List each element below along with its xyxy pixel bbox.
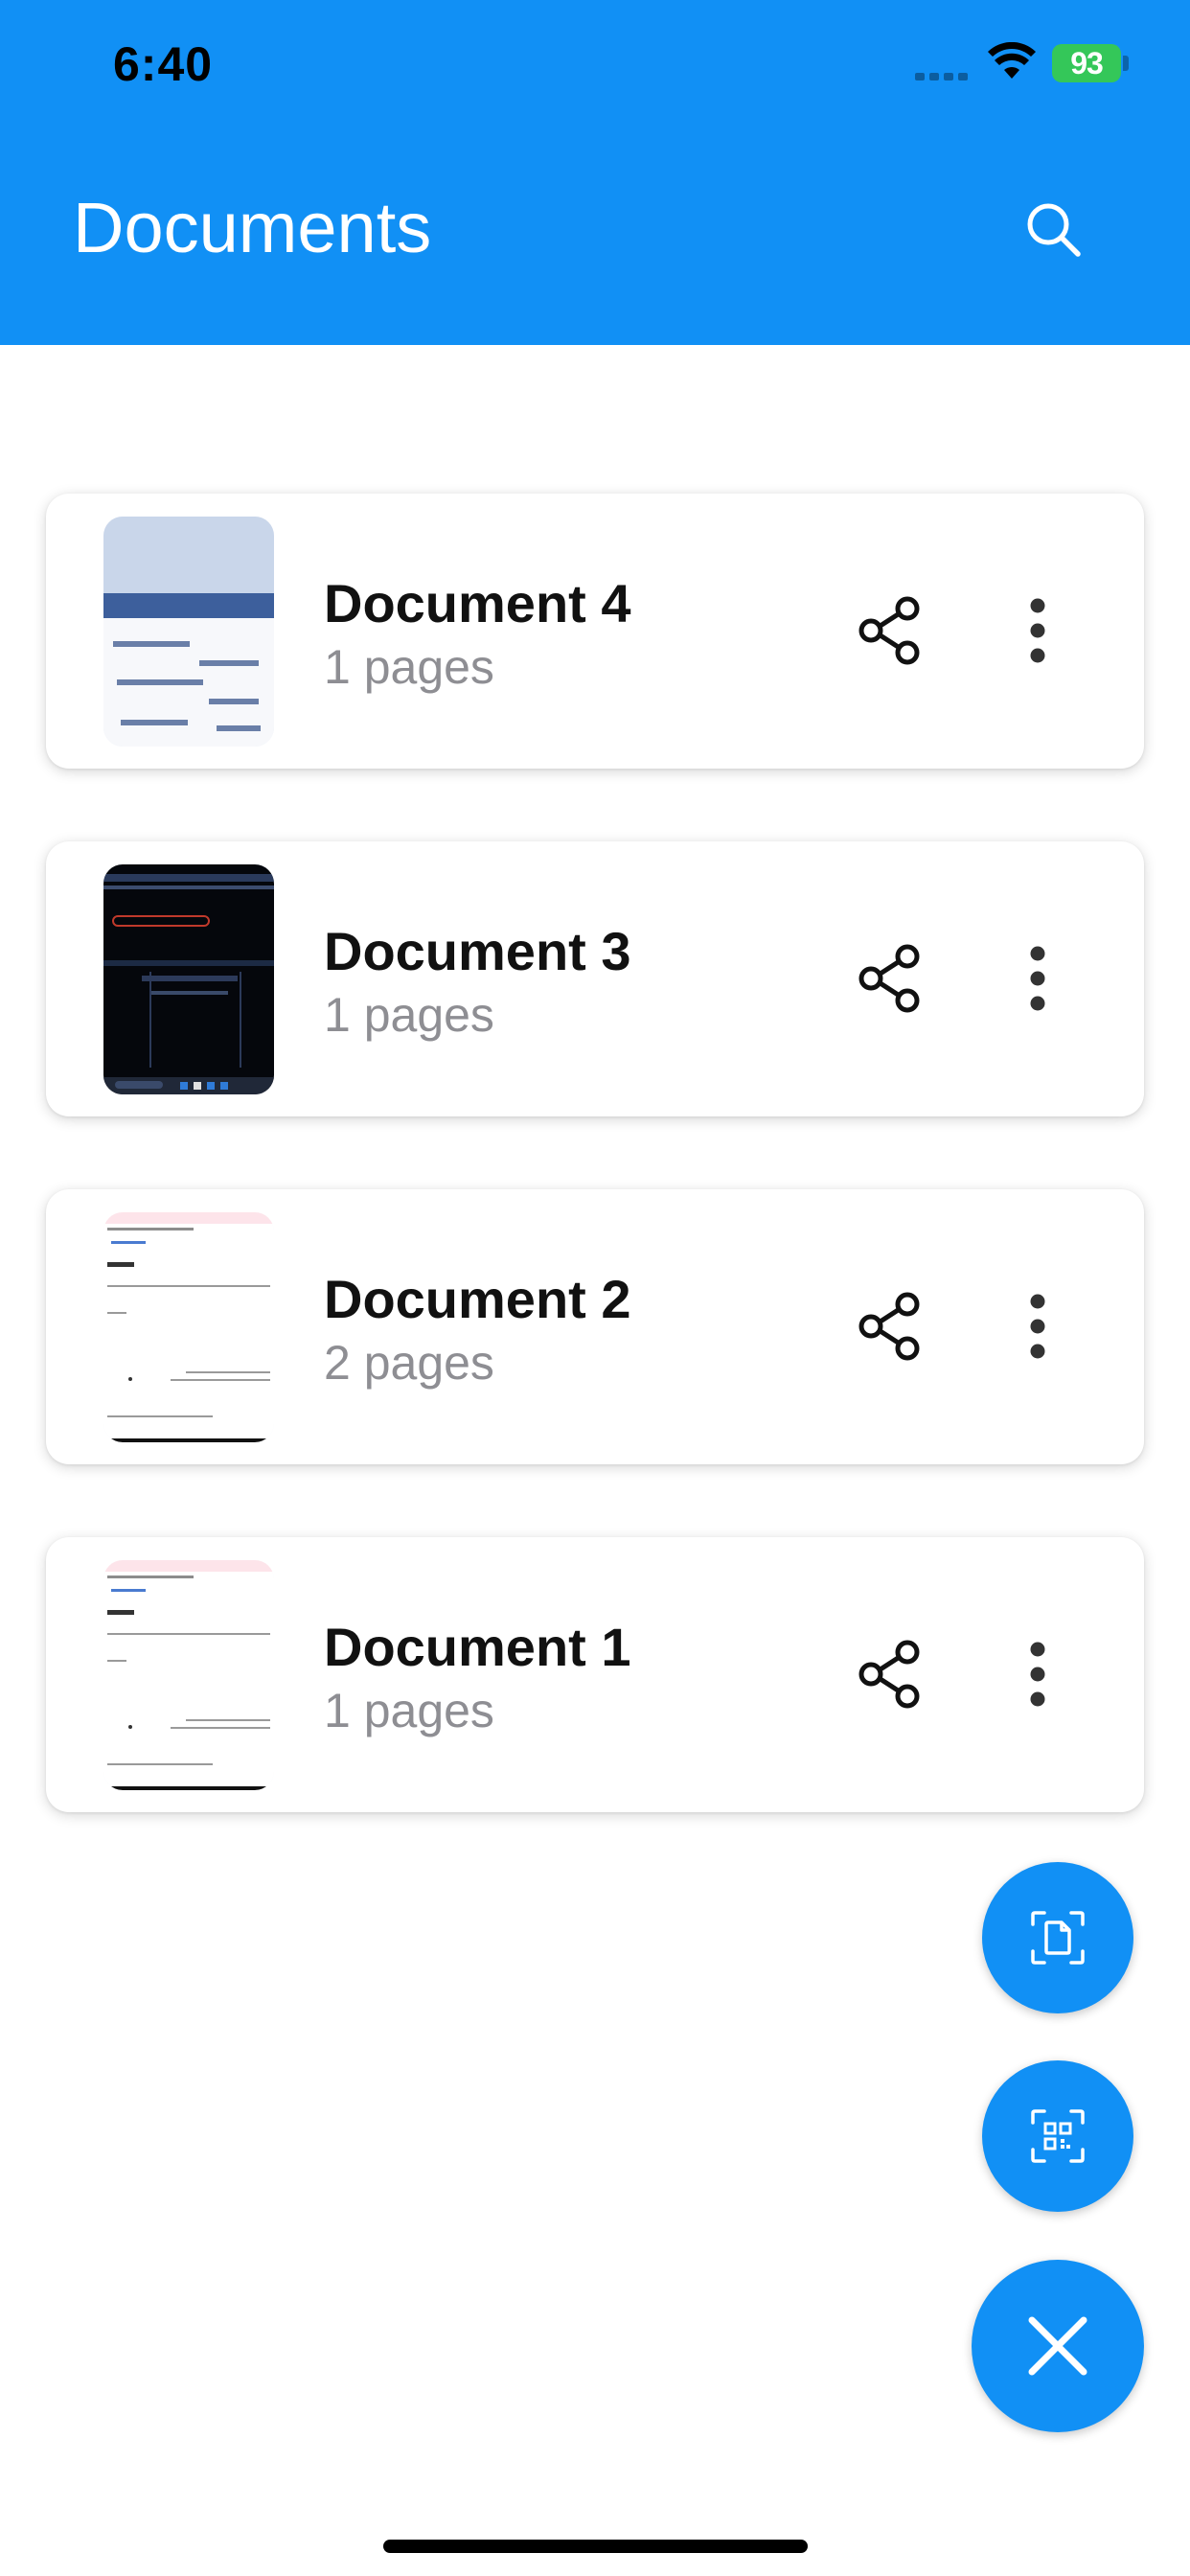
document-page-count: 1 pages (324, 640, 494, 694)
qr-scan-icon (1031, 2109, 1085, 2163)
battery-percentage: 93 (1070, 45, 1104, 80)
document-card[interactable]: Document 2 2 pages (46, 1189, 1144, 1464)
photo-card-thumbnail (103, 517, 274, 747)
document-list: Document 4 1 pages Document 3 1 pages Do… (46, 494, 1144, 1885)
close-icon (1028, 2316, 1087, 2376)
more-vertical-icon (1030, 1642, 1045, 1707)
share-icon (858, 1640, 920, 1709)
wifi-icon (988, 42, 1036, 79)
search-button[interactable] (1016, 192, 1092, 268)
document-name: Document 3 (324, 921, 631, 981)
document-card[interactable]: Document 1 1 pages (46, 1537, 1144, 1812)
share-button[interactable] (847, 587, 933, 674)
document-name: Document 4 (324, 573, 631, 633)
scan-document-button[interactable] (982, 1862, 1133, 2013)
cellular-signal-icon (915, 73, 968, 80)
more-vertical-icon (1030, 946, 1045, 1011)
document-page-count: 1 pages (324, 1684, 494, 1737)
more-vertical-icon (1030, 1294, 1045, 1359)
document-page-count: 1 pages (324, 988, 494, 1042)
battery-tip (1123, 56, 1129, 71)
status-time: 6:40 (113, 37, 214, 91)
share-button[interactable] (847, 1631, 933, 1717)
light-page-thumbnail (103, 1212, 274, 1442)
share-icon (858, 1292, 920, 1361)
document-card[interactable]: Document 3 1 pages (46, 841, 1144, 1116)
search-icon (1027, 203, 1081, 257)
document-scan-icon (1031, 1911, 1085, 1965)
more-options-button[interactable] (1004, 1283, 1071, 1369)
app-header: 6:40 93 Documents (0, 0, 1190, 345)
more-options-button[interactable] (1004, 1631, 1071, 1717)
close-menu-button[interactable] (972, 2260, 1144, 2432)
more-vertical-icon (1030, 598, 1045, 663)
more-options-button[interactable] (1004, 935, 1071, 1022)
document-name: Document 1 (324, 1617, 631, 1677)
document-name: Document 2 (324, 1269, 631, 1329)
more-options-button[interactable] (1004, 587, 1071, 674)
battery-level: 93 (1052, 44, 1121, 82)
share-button[interactable] (847, 935, 933, 1022)
light-page-thumbnail (103, 1560, 274, 1790)
dark-screen-thumbnail (103, 864, 274, 1094)
page-title: Documents (73, 188, 432, 267)
home-indicator (383, 2540, 808, 2553)
share-icon (858, 944, 920, 1013)
document-card[interactable]: Document 4 1 pages (46, 494, 1144, 769)
document-page-count: 2 pages (324, 1336, 494, 1390)
share-button[interactable] (847, 1283, 933, 1369)
share-icon (858, 596, 920, 665)
scan-qr-button[interactable] (982, 2060, 1133, 2212)
